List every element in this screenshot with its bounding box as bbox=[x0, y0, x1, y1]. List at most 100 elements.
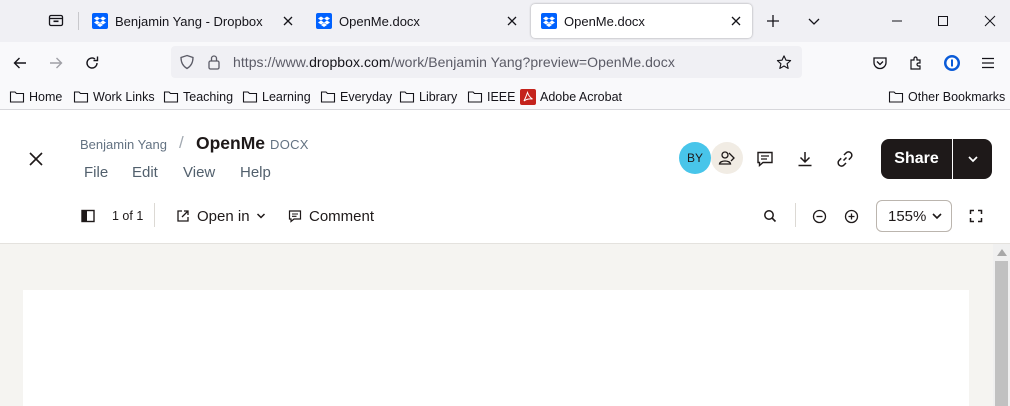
tab-openme-docx-active[interactable]: OpenMe.docx bbox=[531, 4, 752, 38]
url-prefix: https://www. bbox=[233, 54, 310, 70]
close-tab-icon[interactable] bbox=[728, 13, 744, 29]
tab-benjamin-yang-dropbox[interactable]: Benjamin Yang - Dropbox bbox=[82, 4, 304, 38]
bookmark-label: IEEE bbox=[487, 90, 516, 104]
forward-icon[interactable] bbox=[43, 50, 69, 76]
bookmark-everyday[interactable]: Everyday bbox=[320, 88, 392, 106]
open-in-label: Open in bbox=[197, 207, 250, 225]
close-window-icon[interactable] bbox=[977, 8, 1003, 34]
fullscreen-icon[interactable] bbox=[967, 207, 985, 225]
avatar-initials: BY bbox=[686, 151, 703, 165]
breadcrumb-owner[interactable]: Benjamin Yang bbox=[80, 137, 167, 152]
comment-icon[interactable] bbox=[754, 148, 776, 170]
folder-icon bbox=[9, 91, 25, 103]
sidebar-toggle-icon[interactable] bbox=[79, 207, 97, 225]
toolbar-divider bbox=[154, 203, 155, 227]
bookmark-label: Work Links bbox=[93, 90, 155, 104]
manage-access-button[interactable] bbox=[711, 142, 743, 174]
bookmark-teaching[interactable]: Teaching bbox=[163, 88, 233, 106]
tab-openme-docx[interactable]: OpenMe.docx bbox=[306, 4, 528, 38]
dropbox-icon bbox=[92, 13, 108, 29]
menu-help[interactable]: Help bbox=[240, 164, 271, 181]
close-tab-icon[interactable] bbox=[280, 13, 296, 29]
chevron-down-icon bbox=[967, 156, 978, 163]
link-icon[interactable] bbox=[834, 148, 856, 170]
menu-file[interactable]: File bbox=[84, 164, 108, 181]
navigation-toolbar: https://www.dropbox.com/work/Benjamin Ya… bbox=[0, 42, 1010, 83]
folder-icon bbox=[467, 91, 483, 103]
dropbox-icon bbox=[541, 13, 557, 29]
zoom-level-select[interactable]: 155% bbox=[876, 200, 952, 232]
pocket-icon[interactable] bbox=[870, 53, 890, 73]
document-title[interactable]: OpenMe bbox=[196, 133, 265, 154]
tab-title: OpenMe.docx bbox=[564, 13, 645, 29]
document-page[interactable] bbox=[23, 290, 969, 406]
reload-icon[interactable] bbox=[79, 50, 105, 76]
tracking-protection-shield-icon[interactable] bbox=[179, 54, 195, 70]
comment-button[interactable]: Comment bbox=[287, 206, 374, 226]
folder-icon bbox=[399, 91, 415, 103]
firefox-view-icon[interactable] bbox=[44, 9, 68, 31]
folder-icon bbox=[242, 91, 258, 103]
zoom-level-value: 155% bbox=[888, 207, 927, 225]
chevron-down-icon bbox=[256, 211, 266, 221]
bookmark-library[interactable]: Library bbox=[399, 88, 457, 106]
tab-title: OpenMe.docx bbox=[339, 13, 420, 29]
other-bookmarks[interactable]: Other Bookmarks bbox=[888, 88, 1005, 106]
extensions-icon[interactable] bbox=[906, 53, 926, 73]
acrobat-icon bbox=[520, 89, 536, 105]
search-icon[interactable] bbox=[761, 207, 779, 225]
new-tab-icon[interactable] bbox=[762, 10, 784, 32]
folder-icon bbox=[888, 91, 904, 103]
comment-label: Comment bbox=[309, 207, 375, 225]
bookmark-star-icon[interactable] bbox=[776, 54, 792, 70]
scroll-up-arrow-icon[interactable] bbox=[997, 249, 1007, 256]
bookmark-learning[interactable]: Learning bbox=[242, 88, 311, 106]
lock-icon[interactable] bbox=[206, 54, 222, 70]
tab-title: Benjamin Yang - Dropbox bbox=[115, 13, 263, 29]
zoom-in-icon[interactable] bbox=[842, 207, 860, 225]
url-text: https://www.dropbox.com/work/Benjamin Ya… bbox=[233, 54, 675, 70]
bookmark-label: Adobe Acrobat bbox=[540, 90, 623, 104]
avatar[interactable]: BY bbox=[679, 142, 711, 174]
download-icon[interactable] bbox=[794, 148, 816, 170]
bookmark-label: Everyday bbox=[340, 90, 393, 104]
bookmark-work-links[interactable]: Work Links bbox=[73, 88, 155, 106]
page-count: 1 of 1 bbox=[112, 209, 144, 223]
bookmark-label: Learning bbox=[262, 90, 311, 104]
open-in-button[interactable]: Open in bbox=[175, 206, 266, 226]
tab-separator bbox=[78, 12, 79, 30]
bookmarks-toolbar: Home Work Links Teaching Learning Everyd… bbox=[0, 83, 1010, 110]
bookmark-ieee[interactable]: IEEE bbox=[467, 88, 516, 106]
menu-edit[interactable]: Edit bbox=[132, 164, 158, 181]
share-options-button[interactable] bbox=[953, 139, 992, 179]
bookmark-adobe-acrobat[interactable]: Adobe Acrobat bbox=[520, 88, 622, 106]
document-extension: DOCX bbox=[270, 137, 309, 152]
zoom-out-icon[interactable] bbox=[810, 207, 828, 225]
toolbar-divider bbox=[795, 203, 796, 227]
scrollbar-thumb[interactable] bbox=[995, 261, 1008, 406]
bookmark-label: Library bbox=[419, 90, 458, 104]
document-viewer[interactable] bbox=[0, 243, 1010, 406]
bookmark-home[interactable]: Home bbox=[9, 88, 62, 106]
maximize-icon[interactable] bbox=[930, 8, 956, 34]
close-preview-icon[interactable] bbox=[24, 147, 48, 171]
breadcrumb-separator: / bbox=[179, 133, 184, 152]
comment-icon bbox=[287, 208, 303, 224]
bookmark-label: Teaching bbox=[183, 90, 234, 104]
folder-icon bbox=[73, 91, 89, 103]
share-button[interactable]: Share bbox=[881, 139, 952, 179]
bookmark-label: Home bbox=[29, 90, 63, 104]
dropbox-icon bbox=[316, 13, 332, 29]
people-icon bbox=[718, 151, 735, 165]
back-icon[interactable] bbox=[7, 50, 33, 76]
close-tab-icon[interactable] bbox=[504, 13, 520, 29]
password-manager-icon[interactable] bbox=[942, 53, 962, 73]
list-all-tabs-icon[interactable] bbox=[803, 10, 825, 32]
address-bar[interactable]: https://www.dropbox.com/work/Benjamin Ya… bbox=[171, 46, 802, 78]
external-open-icon bbox=[175, 208, 191, 224]
app-menu-icon[interactable] bbox=[978, 53, 998, 73]
minimize-icon[interactable] bbox=[884, 8, 910, 34]
menu-view[interactable]: View bbox=[183, 164, 215, 181]
folder-icon bbox=[320, 91, 336, 103]
vertical-scrollbar[interactable] bbox=[993, 244, 1010, 406]
